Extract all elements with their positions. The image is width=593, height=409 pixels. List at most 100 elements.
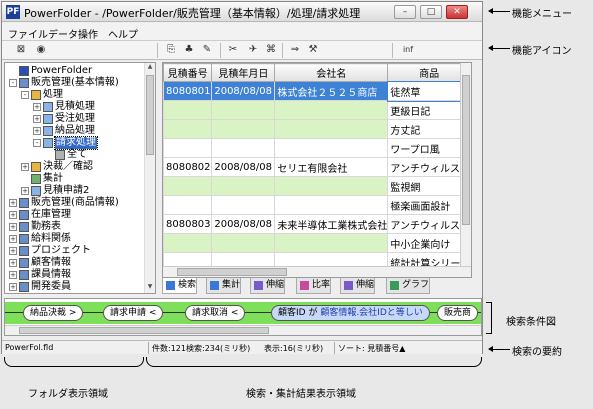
tree-scrollbar[interactable]: ▲ ▼ — [144, 63, 155, 293]
arrow-icon[interactable]: ⇒ — [288, 43, 302, 57]
calc-icon[interactable]: ⌘ — [264, 43, 278, 57]
table-cell[interactable] — [274, 233, 389, 253]
table-cell[interactable]: 2008/08/08 — [211, 81, 276, 101]
table-cell[interactable] — [211, 100, 276, 120]
condition-chip[interactable]: 納品決裁 > — [23, 305, 84, 321]
table-cell[interactable]: アンチウィルスＢ — [387, 214, 471, 234]
table-row[interactable]: 8080802 2008/08/08 セリエ有限会社 アンチウィルスＣ — [163, 157, 471, 177]
table-cell[interactable] — [163, 233, 213, 253]
collapse-icon[interactable]: - — [9, 79, 17, 87]
scissors-icon[interactable]: ✂ — [226, 43, 240, 57]
table-row[interactable]: 8080801 2008/08/08 株式会社２５２５商店 徒然草 — [163, 80, 471, 102]
expand-icon[interactable]: + — [33, 127, 41, 135]
table-row[interactable]: 極楽画面設計 — [163, 195, 471, 215]
table-cell[interactable] — [274, 119, 389, 139]
cut-icon[interactable]: ✎ — [200, 43, 214, 57]
column-header[interactable]: 会社名 — [274, 63, 389, 82]
expand-icon[interactable]: + — [9, 211, 17, 219]
folder-tree[interactable]: ▲ ▼ PowerFolder - 販売管理(基本情報) - 処理 + 見積処理 + 受注処理 + 納… — [4, 62, 156, 294]
table-cell[interactable]: セリエ有限会社 — [274, 157, 389, 177]
table-cell[interactable]: 極楽画面設計 — [387, 195, 471, 215]
expand-icon[interactable]: + — [9, 199, 17, 207]
table-row[interactable]: 監視網 — [163, 176, 471, 196]
tab-1[interactable]: 検索 — [162, 278, 198, 294]
expand-icon[interactable]: + — [21, 187, 29, 195]
tab-3[interactable]: 伸縮 — [250, 278, 286, 294]
expand-icon[interactable]: + — [21, 163, 29, 171]
search-condition-diagram[interactable]: 納品決裁 > 請求申請 < 請求取消 < 顧客ID が 顧客情報.会社IDと等し… — [4, 298, 482, 336]
close-button[interactable]: ✕ — [446, 5, 468, 19]
table-cell[interactable] — [163, 138, 213, 158]
table-row[interactable]: ワープロ風 — [163, 138, 471, 158]
table-cell[interactable]: 中小企業向け — [387, 233, 471, 253]
table-cell[interactable] — [163, 100, 213, 120]
condition-chip[interactable]: 請求取消 < — [185, 305, 246, 321]
table-cell[interactable] — [274, 176, 389, 196]
condition-chip[interactable]: 請求申請 < — [103, 305, 164, 321]
table-cell[interactable] — [211, 195, 276, 215]
table-cell[interactable]: 更級日記 — [387, 100, 471, 120]
table-row[interactable]: 8080803 2008/08/08 未来半導体工業株式会社 アンチウィルスＢ — [163, 214, 471, 234]
expand-icon[interactable]: + — [9, 223, 17, 231]
tools-icon[interactable]: ⚒ — [306, 43, 320, 57]
table-cell[interactable] — [211, 233, 276, 253]
table-cell[interactable]: 方丈記 — [387, 119, 471, 139]
table-row[interactable]: 更級日記 — [163, 100, 471, 120]
column-header[interactable]: 商品 — [387, 63, 471, 82]
plane-icon[interactable]: ✈ — [246, 43, 260, 57]
condition-chip[interactable]: 販売商 — [437, 305, 479, 321]
table-cell[interactable] — [274, 138, 389, 158]
expand-icon[interactable]: + — [9, 271, 17, 279]
table-cell[interactable]: ワープロ風 — [387, 138, 471, 158]
table-cell[interactable]: 徒然草 — [386, 80, 471, 102]
pin-icon[interactable]: ♣ — [182, 43, 196, 57]
expand-icon[interactable]: + — [33, 103, 41, 111]
expand-icon[interactable]: + — [9, 235, 17, 243]
collapse-icon[interactable]: - — [21, 91, 29, 99]
column-header[interactable]: 見積年月日 — [211, 63, 276, 82]
menu-data[interactable]: データ操作 — [48, 26, 98, 41]
table-cell[interactable] — [211, 119, 276, 139]
table-cell[interactable] — [211, 176, 276, 196]
table-cell[interactable] — [163, 119, 213, 139]
table-cell[interactable] — [211, 138, 276, 158]
condition-chip-join[interactable]: 顧客ID が 顧客情報.会社IDと等しい — [271, 305, 430, 321]
expand-icon[interactable]: + — [9, 259, 17, 267]
column-header[interactable]: 見積番号 — [163, 63, 213, 82]
expand-icon[interactable]: + — [33, 115, 41, 123]
tab-5[interactable]: 伸縮 — [340, 278, 376, 294]
table-row[interactable]: 中小企業向け — [163, 233, 471, 253]
table-cell[interactable] — [163, 176, 213, 196]
table-cell[interactable]: 8080803 — [163, 214, 213, 234]
table-cell[interactable]: 2008/08/08 — [211, 214, 276, 234]
table-cell[interactable]: 2008/08/08 — [211, 157, 276, 177]
table-cell[interactable] — [163, 195, 213, 215]
tab-2[interactable]: 集計 — [206, 278, 242, 294]
table-cell[interactable]: 監視網 — [387, 176, 471, 196]
eye-icon[interactable]: ◉ — [34, 43, 48, 57]
tab-4[interactable]: 比率 — [296, 278, 332, 294]
info-button[interactable]: inf — [398, 43, 418, 57]
table-row[interactable]: 方丈記 — [163, 119, 471, 139]
table-cell[interactable]: 株式会社２５２５商店 — [274, 81, 389, 101]
expand-icon[interactable]: + — [9, 247, 17, 255]
menu-help[interactable]: ヘルプ — [108, 26, 138, 41]
grid-hscroll[interactable] — [163, 266, 471, 277]
tab-6[interactable]: グラフ — [386, 278, 431, 294]
copy-icon[interactable]: ⎘ — [164, 43, 178, 57]
table-cell[interactable] — [274, 195, 389, 215]
expand-icon[interactable]: + — [9, 283, 17, 291]
menu-file[interactable]: ファイル — [8, 26, 48, 41]
folder-icon[interactable]: ⊠ — [14, 43, 28, 57]
table-cell[interactable]: 8080802 — [163, 157, 213, 177]
result-grid[interactable]: 見積番号 見積年月日 会社名 商品 8080801 2008/08/08 株式会社２５２５… — [162, 62, 472, 278]
table-cell[interactable]: アンチウィルスＣ — [387, 157, 471, 177]
grid-vscroll[interactable] — [460, 63, 471, 277]
table-cell[interactable]: 未来半導体工業株式会社 — [274, 214, 389, 234]
table-cell[interactable]: 8080801 — [163, 81, 213, 101]
cond-hscroll[interactable] — [5, 325, 481, 335]
collapse-icon[interactable]: - — [33, 139, 41, 147]
maximize-button[interactable]: □ — [420, 5, 442, 19]
table-cell[interactable] — [274, 100, 389, 120]
minimize-button[interactable]: – — [394, 5, 416, 19]
